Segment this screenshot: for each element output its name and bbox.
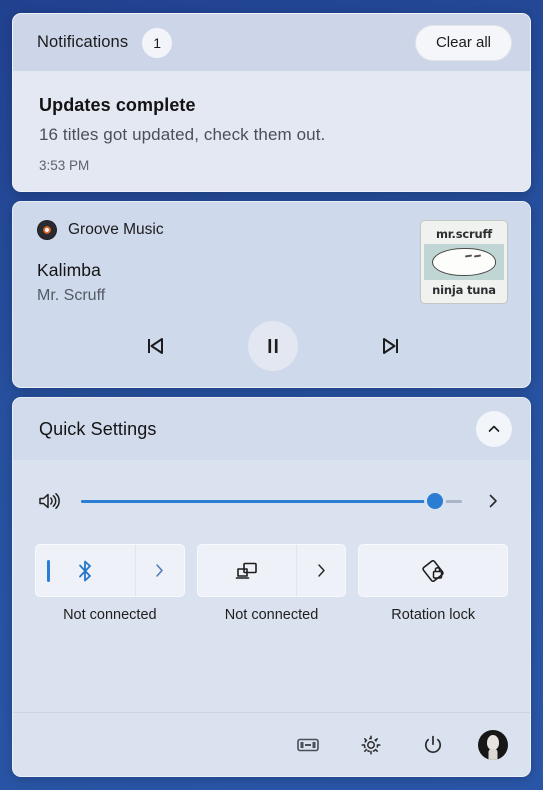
tile-cast xyxy=(196,544,347,597)
quick-settings-footer xyxy=(13,712,530,776)
tile-bluetooth xyxy=(35,544,185,597)
notification-body-text: 16 titles got updated, check them out. xyxy=(39,125,326,144)
quick-settings-header: Quick Settings xyxy=(13,398,530,460)
rotation-lock-icon xyxy=(422,559,444,582)
tile-bluetooth-label: Not connected xyxy=(63,607,157,623)
chevron-right-icon xyxy=(156,564,163,577)
battery-button[interactable] xyxy=(292,728,326,762)
next-track-icon xyxy=(382,338,398,354)
bluetooth-icon xyxy=(79,560,92,581)
quick-settings-title: Quick Settings xyxy=(39,418,157,439)
tile-cast-wrapper: Not connected xyxy=(196,544,347,623)
tile-rotation-lock-label: Rotation lock xyxy=(391,607,476,623)
tile-active-indicator xyxy=(47,559,50,582)
media-app-name: Groove Music xyxy=(68,221,164,238)
chevron-up-icon xyxy=(488,425,500,432)
volume-icon xyxy=(35,490,65,512)
gear-icon xyxy=(361,734,381,755)
album-art-illustration xyxy=(424,244,504,280)
power-icon xyxy=(424,735,442,753)
power-button[interactable] xyxy=(416,728,450,762)
tile-rotation-lock-toggle[interactable] xyxy=(359,545,507,596)
tile-cast-expand[interactable] xyxy=(296,545,345,596)
volume-slider-thumb[interactable] xyxy=(424,490,447,512)
media-player-card: Groove Music Kalimba Mr. Scruff mr.scruf… xyxy=(12,201,531,388)
vinyl-record-icon xyxy=(37,220,57,240)
album-art-bottom-text: ninja tuna xyxy=(432,283,496,297)
notification-heading: Updates complete xyxy=(39,95,196,115)
battery-icon xyxy=(297,738,319,751)
tile-cast-toggle[interactable] xyxy=(198,545,297,596)
volume-slider[interactable] xyxy=(81,490,462,512)
album-art-top-text: mr.scruff xyxy=(435,227,493,241)
notifications-title: Notifications xyxy=(37,33,129,51)
pause-icon xyxy=(268,339,277,353)
tile-bluetooth-wrapper: Not connected xyxy=(35,544,185,623)
volume-row xyxy=(35,474,508,528)
tile-bluetooth-toggle[interactable] xyxy=(36,545,135,596)
previous-track-button[interactable] xyxy=(134,325,176,367)
notification-item[interactable]: Updates complete 16 titles got updated, … xyxy=(13,71,530,191)
tile-rotation-lock xyxy=(358,544,509,597)
tile-cast-label: Not connected xyxy=(224,607,319,623)
notification-timestamp: 3:53 PM xyxy=(39,158,90,173)
quick-settings-card: Quick Settings Not connected Not connect… xyxy=(12,397,531,777)
album-art: mr.scruff ninja tuna xyxy=(420,220,508,304)
cast-icon xyxy=(235,562,257,579)
media-transport-controls xyxy=(37,321,508,371)
chevron-right-icon xyxy=(318,564,325,577)
next-track-button[interactable] xyxy=(370,325,412,367)
quick-settings-body: Not connected Not connected Rotation loc… xyxy=(13,460,530,712)
volume-slider-fill xyxy=(81,499,436,503)
tile-bluetooth-expand[interactable] xyxy=(134,545,184,596)
tile-rotation-lock-wrapper: Rotation lock xyxy=(358,544,509,623)
quick-settings-tiles: Not connected Not connected Rotation loc… xyxy=(35,544,509,623)
quick-settings-collapse-button[interactable] xyxy=(476,411,512,447)
album-art-blob xyxy=(432,247,496,276)
previous-track-icon xyxy=(147,338,163,354)
chevron-right-icon xyxy=(489,494,497,508)
volume-expand-button[interactable] xyxy=(478,492,508,510)
notification-center-flyout: Notifications 1 Clear all Updates comple… xyxy=(12,13,531,777)
notifications-header: Notifications 1 Clear all xyxy=(13,14,530,71)
clear-all-button[interactable]: Clear all xyxy=(414,24,512,61)
avatar-body xyxy=(488,748,498,760)
notifications-count-badge: 1 xyxy=(142,27,173,58)
notifications-card: Notifications 1 Clear all Updates comple… xyxy=(12,13,531,192)
user-account-button[interactable] xyxy=(478,729,508,760)
settings-button[interactable] xyxy=(354,728,388,762)
play-pause-button[interactable] xyxy=(247,321,298,371)
